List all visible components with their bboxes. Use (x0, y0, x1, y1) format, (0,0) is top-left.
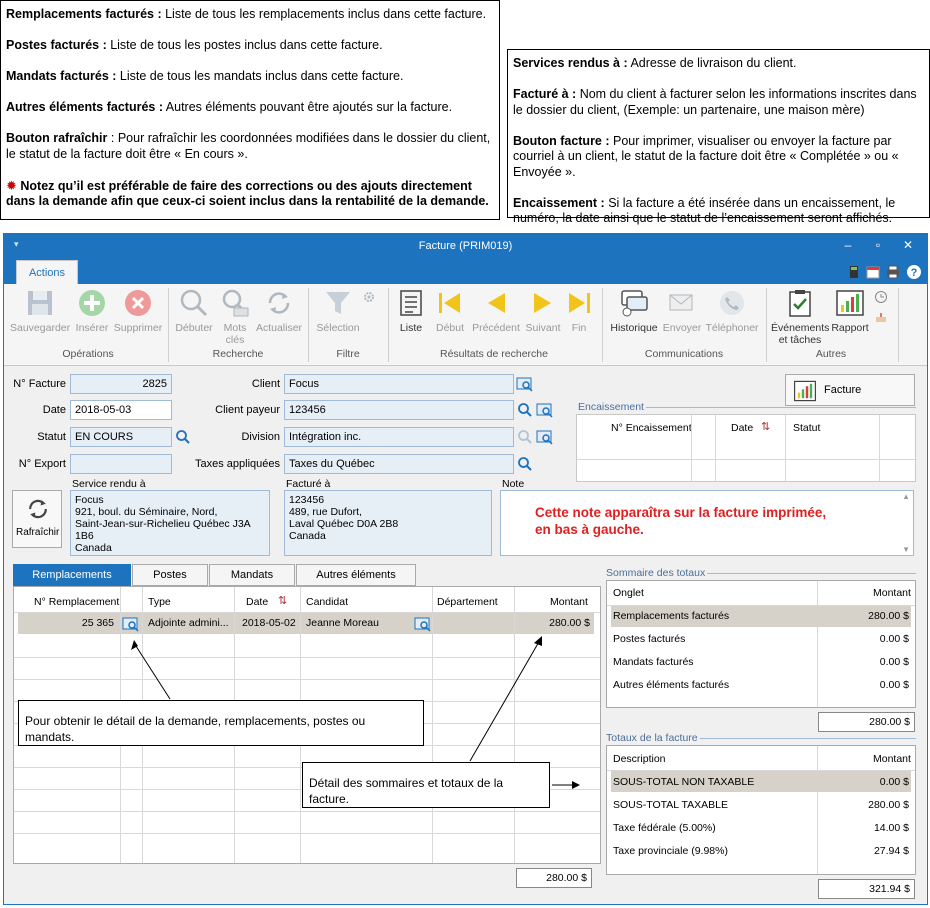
arrow-head (572, 781, 580, 789)
arrow-line (133, 642, 171, 700)
arrow-head (534, 636, 542, 646)
arrows-overlay (131, 636, 580, 789)
arrow-line (469, 639, 541, 762)
